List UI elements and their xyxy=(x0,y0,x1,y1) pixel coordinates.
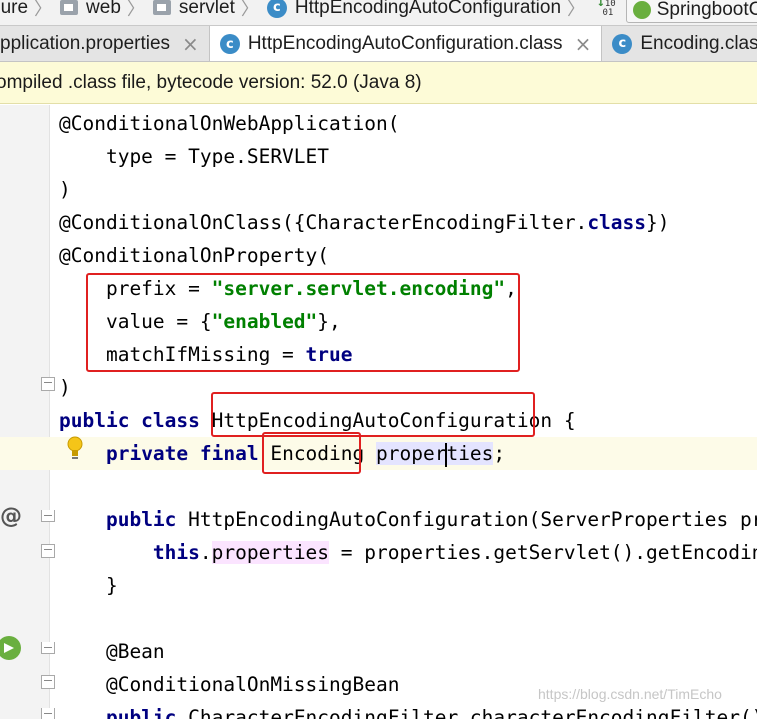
code-line: @Bean xyxy=(0,635,757,668)
keyword: public xyxy=(105,706,177,719)
breadcrumb-separator-icon: 〉 xyxy=(126,0,145,19)
breadcrumb-label: servlet xyxy=(178,0,235,18)
code-line: @ConditionalOnProperty( xyxy=(0,239,757,272)
code-text: ) xyxy=(59,376,71,399)
close-icon[interactable]: × xyxy=(182,32,199,56)
code-line: } xyxy=(0,569,757,602)
fold-end-icon[interactable] xyxy=(41,544,55,558)
code-text: Encoding xyxy=(258,442,376,465)
keyword: public class xyxy=(59,409,200,432)
breadcrumb-label: HttpEncodingAutoConfiguration xyxy=(294,0,562,18)
class-icon: c xyxy=(219,34,240,54)
spring-bean-icon[interactable] xyxy=(0,635,22,661)
code-line: public class HttpEncodingAutoConfigurati… xyxy=(0,404,757,437)
breadcrumb-item-servlet[interactable]: servlet xyxy=(152,0,235,21)
code-text: } xyxy=(59,574,118,597)
code-text: ties xyxy=(446,442,494,465)
code-text: }) xyxy=(646,211,670,234)
tab-encoding-class[interactable]: c Encoding.clas xyxy=(602,26,757,61)
code-line: prefix = "server.servlet.encoding", xyxy=(0,272,757,305)
code-text: prefix = xyxy=(59,277,212,300)
fold-start-icon[interactable] xyxy=(41,510,55,522)
code-text: CharacterEncodingFilter characterEncodin… xyxy=(176,706,757,719)
code-line: @ConditionalOnWebApplication( xyxy=(0,107,757,140)
class-icon: c xyxy=(266,0,287,18)
code-text: @Bean xyxy=(59,640,165,663)
fold-end-icon[interactable] xyxy=(41,675,55,689)
string-literal: "enabled" xyxy=(211,310,318,333)
code-text: . xyxy=(199,541,212,564)
code-text: @ConditionalOnProperty( xyxy=(59,244,330,267)
watermark: https://blog.csdn.net/TimEcho xyxy=(538,686,722,702)
code-text: }, xyxy=(317,310,341,333)
tab-application-properties[interactable]: pplication.properties × xyxy=(0,26,210,61)
lightbulb-icon[interactable] xyxy=(66,435,84,461)
breadcrumb-separator-icon: 〉 xyxy=(567,0,586,19)
code-text: HttpEncodingAutoConfiguration(ServerProp… xyxy=(176,508,757,531)
tab-http-encoding-auto-configuration[interactable]: c HttpEncodingAutoConfiguration.class × xyxy=(209,26,603,61)
code-text: @ConditionalOnClass({CharacterEncodingFi… xyxy=(59,211,588,234)
close-icon[interactable]: × xyxy=(575,32,592,56)
code-line: matchIfMissing = true xyxy=(0,338,757,371)
bytecode-viewer-icon[interactable]: ↓10 01 xyxy=(597,0,616,18)
keyword: private final xyxy=(105,442,259,465)
code-line: ) xyxy=(0,173,757,206)
breadcrumb-separator-icon: 〉 xyxy=(240,0,259,19)
code-text: matchIfMissing = xyxy=(59,343,306,366)
keyword: true xyxy=(305,343,353,366)
editor-tab-bar: pplication.properties × c HttpEncodingAu… xyxy=(0,26,757,62)
breadcrumb-label: gure xyxy=(0,0,29,18)
tab-label: Encoding.clas xyxy=(640,32,757,54)
code-line: public CharacterEncodingFilter character… xyxy=(0,701,757,719)
run-configuration-selector[interactable]: SpringbootC xyxy=(625,0,757,23)
keyword: this xyxy=(152,541,200,564)
string-literal: "server.servlet.encoding" xyxy=(211,277,506,300)
code-line: ) xyxy=(0,371,757,404)
code-line: @ConditionalOnClass({CharacterEncodingFi… xyxy=(0,206,757,239)
tab-label: pplication.properties xyxy=(0,32,171,54)
code-text: HttpEncodingAutoConfiguration { xyxy=(199,409,576,432)
field-reference-highlight: properties xyxy=(211,541,330,564)
code-line: value = {"enabled"}, xyxy=(0,305,757,338)
field-name-highlight: properties xyxy=(376,442,494,467)
code-line-current: private final Encoding properties; xyxy=(0,437,757,470)
breadcrumb-item-configure[interactable]: gure xyxy=(0,0,28,21)
fold-end-icon[interactable] xyxy=(41,377,55,391)
code-text: type = Type.SERVLET xyxy=(59,145,330,168)
breadcrumb-label: web xyxy=(86,0,121,18)
code-text: ) xyxy=(59,178,71,201)
code-text: value = { xyxy=(59,310,212,333)
run-configuration-label: SpringbootC xyxy=(656,0,757,20)
code-text: ; xyxy=(493,442,506,465)
breadcrumb-item-web[interactable]: web xyxy=(60,0,121,21)
package-icon xyxy=(60,0,79,15)
code-text: @ConditionalOnWebApplication( xyxy=(59,112,400,135)
overrides-marker-icon[interactable]: @ xyxy=(0,504,22,529)
code-text: proper xyxy=(376,442,447,465)
keyword: class xyxy=(587,211,647,234)
tab-label: HttpEncodingAutoConfiguration.class xyxy=(247,33,563,54)
spring-boot-icon xyxy=(632,0,651,19)
code-line: public HttpEncodingAutoConfiguration(Ser… xyxy=(0,503,757,536)
breadcrumb-item-class[interactable]: c HttpEncodingAutoConfiguration xyxy=(266,0,562,21)
code-line: type = Type.SERVLET xyxy=(0,140,757,173)
class-icon: c xyxy=(612,33,633,54)
fold-start-icon[interactable] xyxy=(41,708,55,719)
code-text: @ConditionalOnMissingBean xyxy=(59,673,400,696)
breadcrumb-separator-icon: 〉 xyxy=(34,0,53,19)
code-text: = properties.getServlet().getEncoding() xyxy=(329,541,757,564)
keyword: public xyxy=(105,508,177,531)
fold-start-icon[interactable] xyxy=(41,642,55,654)
code-text: , xyxy=(505,277,517,300)
breadcrumb: gure 〉 web 〉 servlet 〉 c HttpEncodingAut… xyxy=(0,0,757,26)
code-line: this.properties = properties.getServlet(… xyxy=(0,536,757,569)
decompiled-info-banner: ompiled .class file, bytecode version: 5… xyxy=(0,62,757,104)
banner-text: ompiled .class file, bytecode version: 5… xyxy=(0,71,422,93)
code-editor[interactable]: @ConditionalOnWebApplication( type = Typ… xyxy=(0,105,757,719)
package-icon xyxy=(152,0,171,15)
